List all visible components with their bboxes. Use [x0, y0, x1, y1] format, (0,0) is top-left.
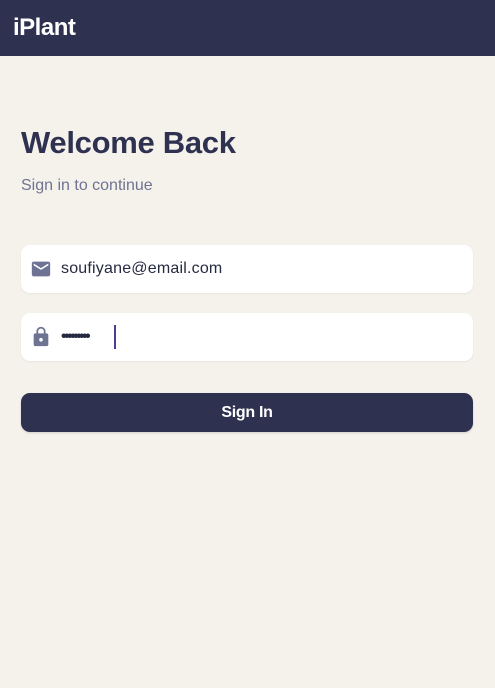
app-bar: iPlant [0, 0, 495, 56]
app-title: iPlant [13, 14, 76, 41]
password-field[interactable]: ••••••••• [21, 313, 473, 361]
email-field[interactable]: soufiyane@email.com [21, 245, 473, 293]
lock-icon [33, 326, 49, 347]
sign-in-button[interactable]: Sign In [21, 393, 473, 432]
sign-in-label: Sign In [221, 404, 273, 421]
welcome-subheading: Sign in to continue [21, 177, 153, 194]
mail-icon [31, 261, 51, 277]
text-caret [114, 325, 116, 349]
password-value: ••••••••• [61, 328, 91, 345]
welcome-heading: Welcome Back [21, 125, 236, 160]
email-value: soufiyane@email.com [61, 260, 223, 277]
